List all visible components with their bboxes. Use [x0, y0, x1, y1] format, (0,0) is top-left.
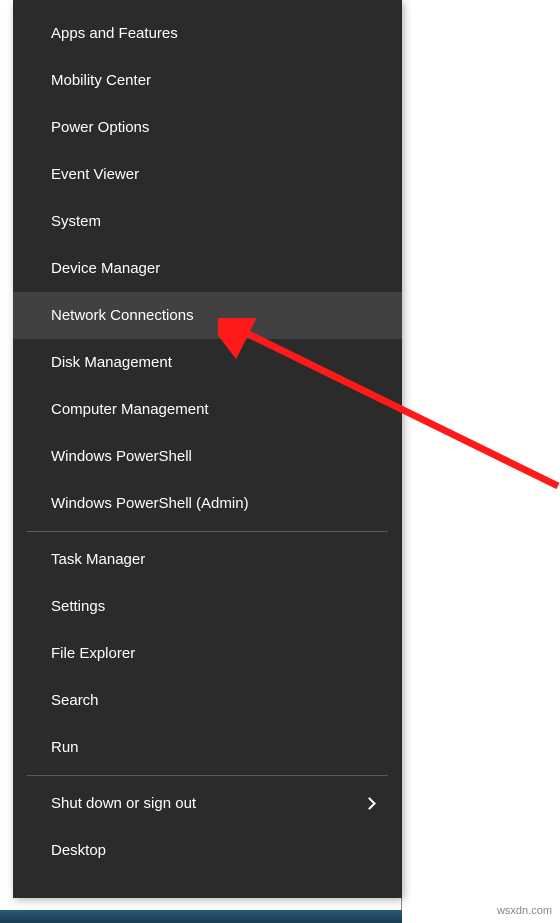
menu-item-label: Task Manager — [51, 551, 145, 568]
menu-item-label: Shut down or sign out — [51, 795, 196, 812]
menu-item-power-options[interactable]: Power Options — [13, 104, 402, 151]
taskbar — [0, 910, 402, 923]
menu-item-label: Disk Management — [51, 354, 172, 371]
menu-item-task-manager[interactable]: Task Manager — [13, 536, 402, 583]
menu-item-label: Settings — [51, 598, 105, 615]
menu-item-network-connections[interactable]: Network Connections — [13, 292, 402, 339]
menu-item-settings[interactable]: Settings — [13, 583, 402, 630]
menu-item-mobility-center[interactable]: Mobility Center — [13, 57, 402, 104]
menu-item-label: Desktop — [51, 842, 106, 859]
menu-item-label: Apps and Features — [51, 25, 178, 42]
menu-item-shut-down[interactable]: Shut down or sign out — [13, 780, 402, 827]
menu-item-label: Search — [51, 692, 99, 709]
menu-item-system[interactable]: System — [13, 198, 402, 245]
menu-item-label: Computer Management — [51, 401, 209, 418]
menu-item-label: Run — [51, 739, 79, 756]
menu-item-label: Mobility Center — [51, 72, 151, 89]
menu-item-label: System — [51, 213, 101, 230]
watermark: wsxdn.com — [497, 905, 552, 917]
menu-item-file-explorer[interactable]: File Explorer — [13, 630, 402, 677]
menu-item-device-manager[interactable]: Device Manager — [13, 245, 402, 292]
menu-item-label: Windows PowerShell (Admin) — [51, 495, 249, 512]
menu-item-windows-powershell-admin[interactable]: Windows PowerShell (Admin) — [13, 480, 402, 527]
menu-item-desktop[interactable]: Desktop — [13, 827, 402, 874]
menu-divider — [27, 775, 388, 776]
menu-divider — [27, 531, 388, 532]
chevron-right-icon — [363, 797, 376, 810]
menu-item-event-viewer[interactable]: Event Viewer — [13, 151, 402, 198]
menu-item-disk-management[interactable]: Disk Management — [13, 339, 402, 386]
menu-item-label: Network Connections — [51, 307, 194, 324]
menu-item-windows-powershell[interactable]: Windows PowerShell — [13, 433, 402, 480]
menu-item-label: Device Manager — [51, 260, 160, 277]
menu-item-label: Power Options — [51, 119, 149, 136]
menu-item-run[interactable]: Run — [13, 724, 402, 771]
menu-item-apps-features[interactable]: Apps and Features — [13, 10, 402, 57]
winx-context-menu: Apps and Features Mobility Center Power Op… — [13, 0, 402, 898]
menu-item-label: File Explorer — [51, 645, 135, 662]
menu-item-computer-management[interactable]: Computer Management — [13, 386, 402, 433]
menu-item-search[interactable]: Search — [13, 677, 402, 724]
menu-item-label: Event Viewer — [51, 166, 139, 183]
menu-item-label: Windows PowerShell — [51, 448, 192, 465]
